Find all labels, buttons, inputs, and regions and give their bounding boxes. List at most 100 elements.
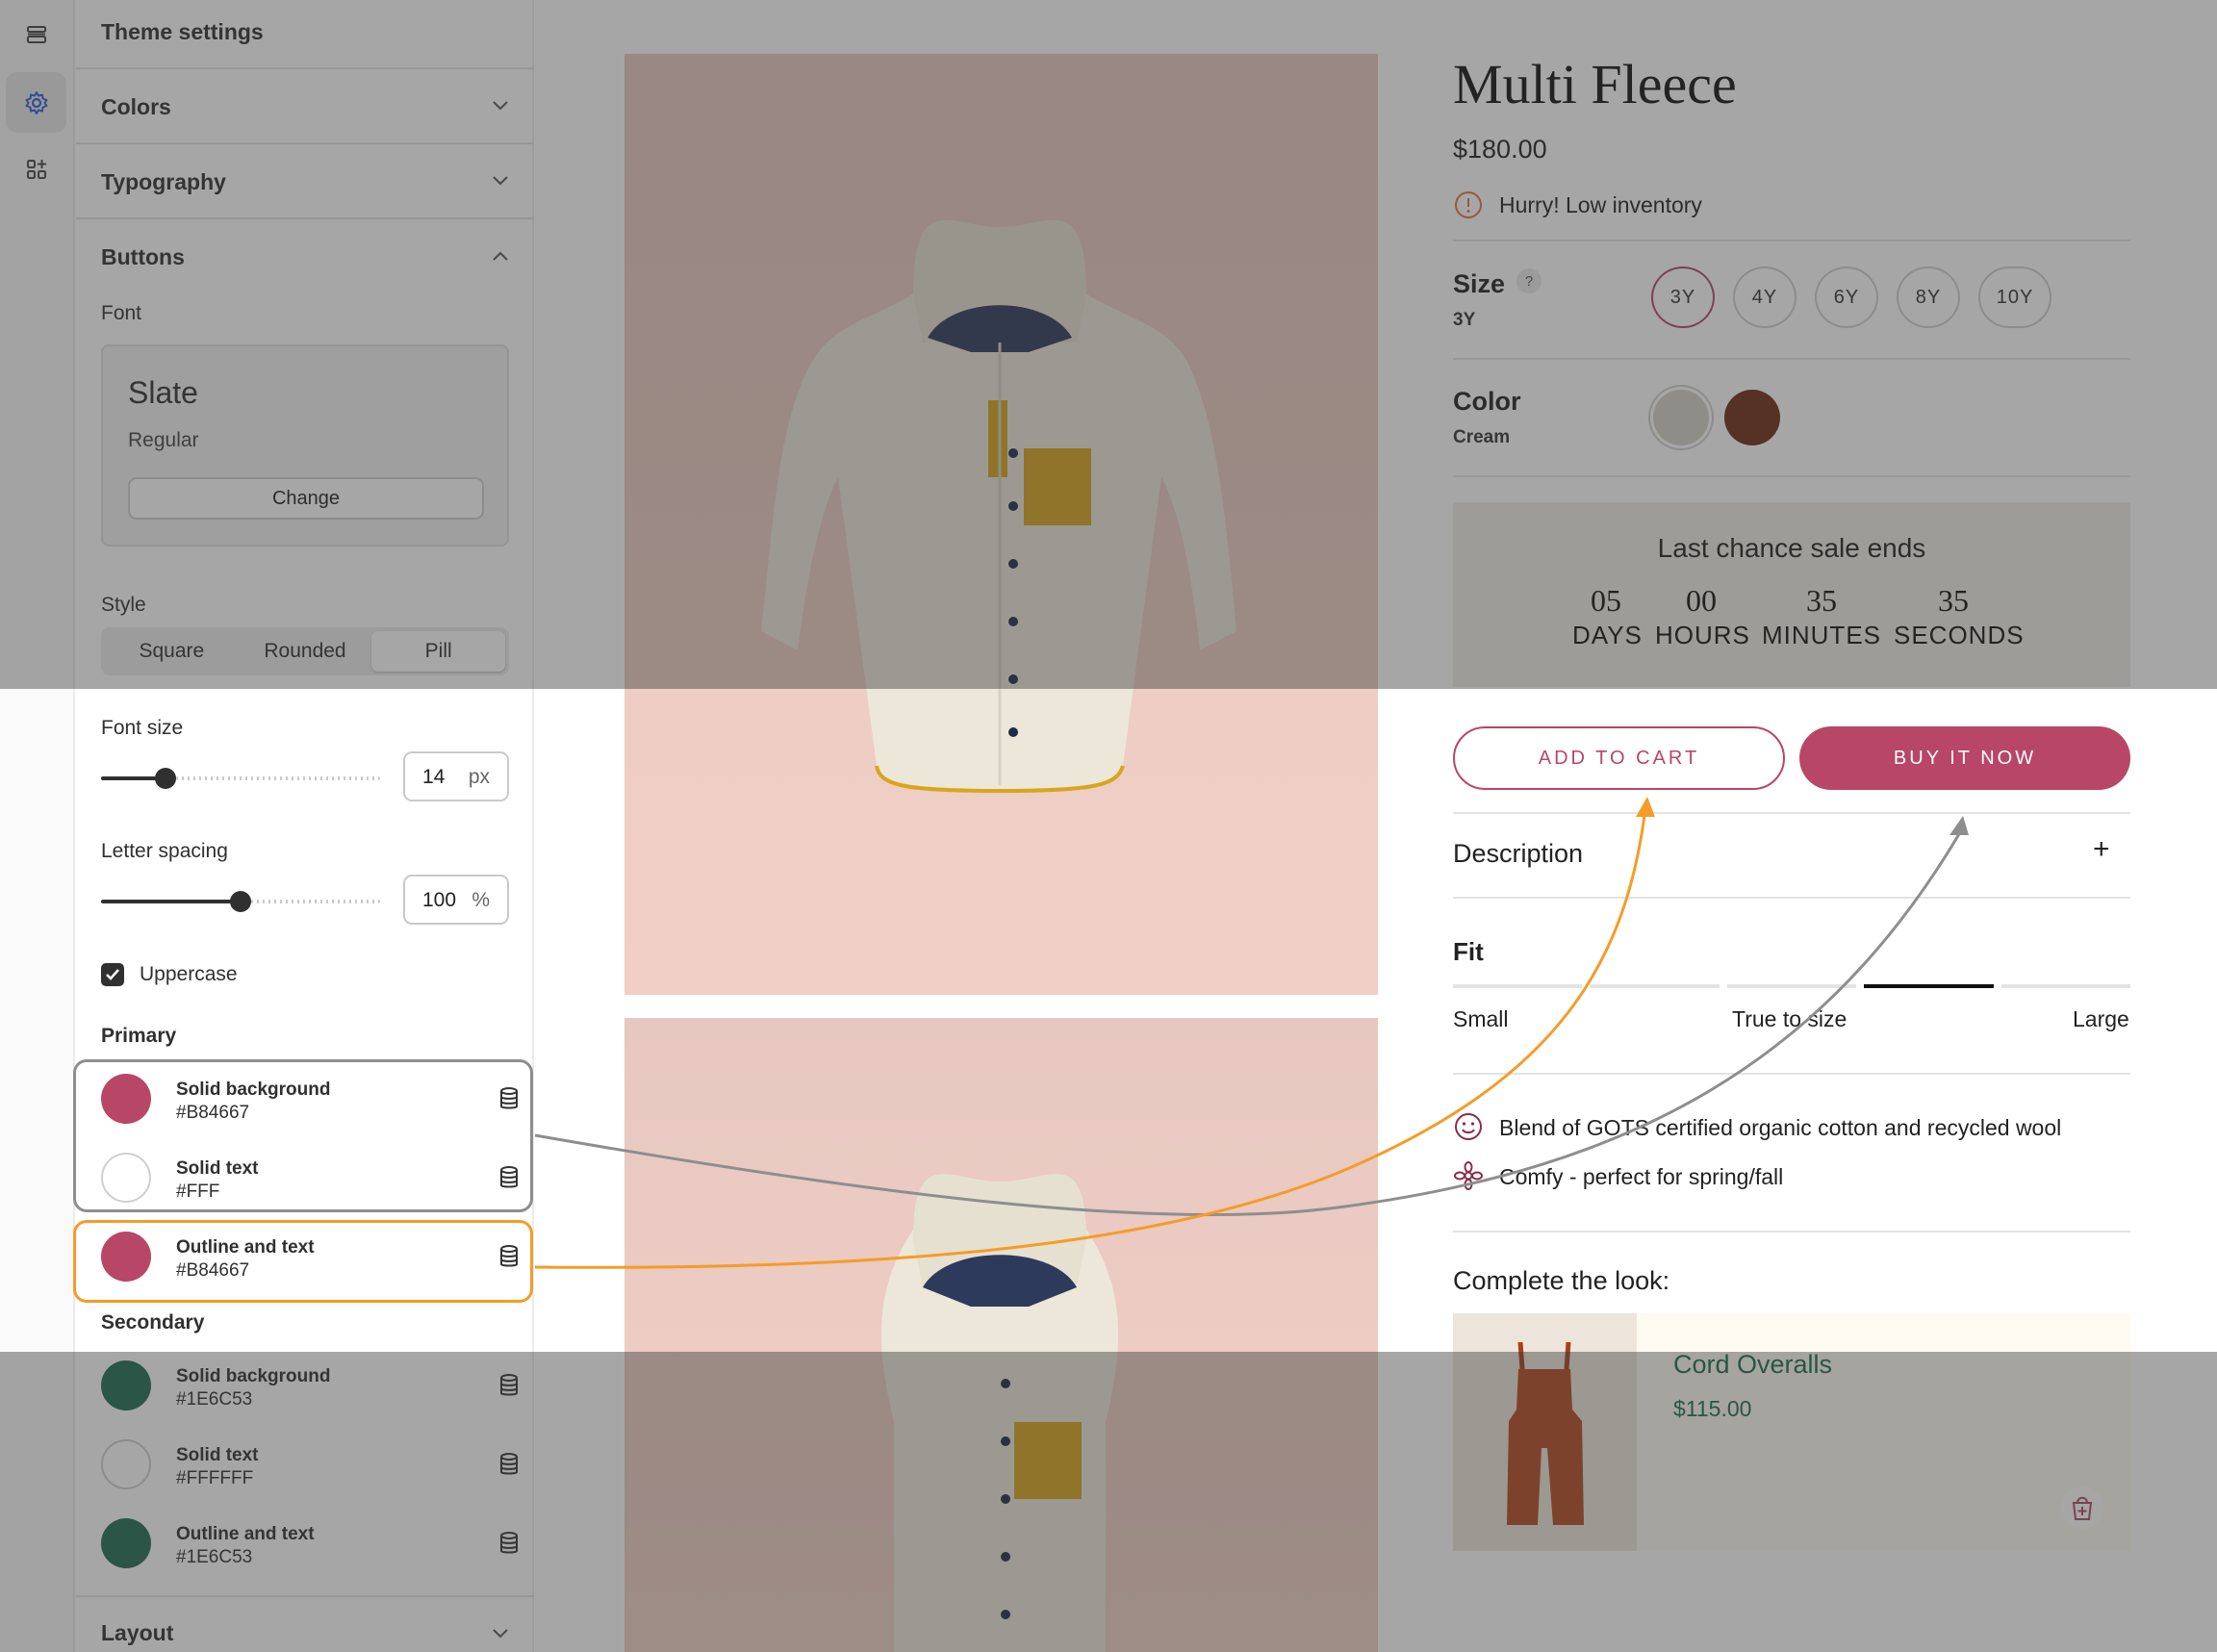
secondary-solid-text[interactable]: Solid text #FFFFFF bbox=[101, 1426, 524, 1505]
countdown-hours: 00 HOURS bbox=[1655, 583, 1750, 649]
gear-icon[interactable] bbox=[6, 72, 66, 133]
checkmark-icon bbox=[106, 969, 119, 980]
add-to-bag-icon[interactable] bbox=[2059, 1485, 2105, 1531]
divider bbox=[1453, 475, 2130, 477]
font-name: Slate bbox=[128, 375, 198, 410]
font-style: Regular bbox=[128, 429, 199, 451]
divider bbox=[1453, 812, 2130, 814]
style-option-square[interactable]: Square bbox=[105, 631, 239, 672]
fit-true-label: True to size bbox=[1732, 1006, 1848, 1031]
size-option-4y[interactable]: 4Y bbox=[1733, 267, 1797, 328]
section-colors[interactable]: Colors bbox=[76, 94, 534, 123]
add-to-cart-button[interactable]: ADD TO CART bbox=[1453, 726, 1785, 790]
primary-outline-highlight bbox=[73, 1220, 533, 1303]
sale-title: Last chance sale ends bbox=[1657, 533, 1926, 563]
slider-handle[interactable] bbox=[155, 768, 176, 789]
color-swatch-brown[interactable] bbox=[1724, 390, 1780, 445]
chevron-down-icon bbox=[493, 101, 508, 111]
fit-label: Fit bbox=[1453, 937, 1484, 966]
complete-the-look-title: Complete the look: bbox=[1453, 1266, 1670, 1295]
primary-label: Primary bbox=[101, 1025, 177, 1047]
fit-small-label: Small bbox=[1453, 1006, 1509, 1031]
section-layout[interactable]: Layout bbox=[76, 1620, 534, 1649]
overalls-image bbox=[1507, 1341, 1584, 1525]
chevron-down-icon bbox=[493, 1629, 508, 1639]
database-icon[interactable] bbox=[499, 1453, 519, 1476]
letter-spacing-input[interactable]: 100 % bbox=[403, 875, 509, 925]
fit-segment bbox=[1864, 984, 1994, 988]
database-icon[interactable] bbox=[499, 1532, 519, 1555]
countdown-days: 05 DAYS bbox=[1572, 583, 1643, 649]
recommendation-name[interactable]: Cord Overalls bbox=[1673, 1350, 1832, 1380]
divider bbox=[76, 142, 534, 144]
fit-segment bbox=[1453, 984, 1583, 988]
size-option-8y[interactable]: 8Y bbox=[1897, 267, 1960, 328]
product-image-main[interactable] bbox=[624, 54, 1378, 995]
sections-icon[interactable] bbox=[6, 4, 66, 64]
divider bbox=[1453, 358, 2130, 360]
countdown-minutes: 35 MINUTES bbox=[1762, 583, 1881, 649]
secondary-solid-background[interactable]: Solid background #1E6C53 bbox=[101, 1347, 524, 1426]
size-help-icon[interactable]: ? bbox=[1516, 268, 1542, 293]
slider-track bbox=[176, 776, 380, 780]
slider-handle[interactable] bbox=[230, 891, 251, 912]
size-selected: 3Y bbox=[1453, 310, 1476, 330]
style-option-pill[interactable]: Pill bbox=[371, 631, 506, 672]
font-size-slider[interactable] bbox=[101, 768, 380, 789]
fleece-jacket-image bbox=[761, 219, 1236, 794]
feature-item: Blend of GOTS certified organic cotton a… bbox=[1453, 1111, 2061, 1146]
font-label: Font bbox=[101, 302, 142, 324]
flower-icon bbox=[1454, 1161, 1483, 1190]
divider bbox=[1453, 1231, 2130, 1233]
recommendation-card[interactable]: Cord Overalls $115.00 bbox=[1453, 1313, 2130, 1551]
color-swatch[interactable] bbox=[101, 1518, 151, 1568]
letter-spacing-slider[interactable] bbox=[101, 891, 380, 912]
divider bbox=[1453, 240, 2130, 241]
change-font-button[interactable]: Change bbox=[128, 477, 484, 520]
letter-spacing-label: Letter spacing bbox=[101, 840, 228, 862]
database-icon[interactable] bbox=[499, 1374, 519, 1397]
fleece-vest-image bbox=[880, 1174, 1119, 1652]
size-option-6y[interactable]: 6Y bbox=[1815, 267, 1878, 328]
product-title: Multi Fleece bbox=[1453, 53, 1737, 115]
product-image-secondary[interactable] bbox=[624, 1018, 1378, 1652]
color-swatch[interactable] bbox=[101, 1439, 151, 1489]
uppercase-label: Uppercase bbox=[140, 963, 238, 985]
color-swatch-cream[interactable] bbox=[1653, 390, 1709, 445]
section-typography[interactable]: Typography bbox=[76, 169, 534, 198]
divider bbox=[76, 1595, 534, 1597]
warning-icon bbox=[1455, 191, 1482, 218]
uppercase-checkbox[interactable] bbox=[101, 963, 124, 986]
slider-fill bbox=[101, 900, 241, 903]
section-buttons[interactable]: Buttons bbox=[76, 244, 534, 273]
feature-item: Comfy - perfect for spring/fall bbox=[1453, 1160, 1783, 1195]
cord-overalls-image[interactable] bbox=[1453, 1313, 1637, 1551]
divider bbox=[76, 217, 534, 219]
fit-segment bbox=[1726, 984, 1857, 988]
apps-icon[interactable] bbox=[6, 139, 66, 199]
slider-track bbox=[251, 900, 380, 903]
smiley-icon bbox=[1455, 1113, 1482, 1140]
fit-large-label: Large bbox=[2073, 1006, 2129, 1031]
size-option-10y[interactable]: 10Y bbox=[1978, 267, 2051, 328]
font-size-label: Font size bbox=[101, 717, 184, 739]
color-label: Color bbox=[1453, 387, 1521, 416]
style-option-rounded[interactable]: Rounded bbox=[239, 631, 372, 672]
secondary-outline-and-text[interactable]: Outline and text #1E6C53 bbox=[101, 1505, 524, 1584]
fit-segment bbox=[2000, 984, 2130, 988]
divider bbox=[1453, 897, 2130, 899]
color-swatch[interactable] bbox=[101, 1360, 151, 1411]
color-selected: Cream bbox=[1453, 427, 1511, 447]
buy-it-now-button[interactable]: BUY IT NOW bbox=[1799, 726, 2130, 790]
settings-panel: Theme settings Colors Typography Buttons… bbox=[76, 0, 534, 1652]
description-toggle[interactable]: Description bbox=[1453, 839, 1583, 869]
style-segmented-control: Square Rounded Pill bbox=[101, 627, 509, 675]
sale-countdown: Last chance sale ends 05 DAYS 00 HOURS 35 M… bbox=[1453, 502, 2130, 687]
expand-icon[interactable]: + bbox=[2093, 833, 2110, 866]
size-option-3y[interactable]: 3Y bbox=[1651, 267, 1715, 328]
inventory-notice: Hurry! Low inventory bbox=[1453, 190, 1702, 222]
product-price: $180.00 bbox=[1453, 135, 1547, 164]
primary-solid-highlight bbox=[73, 1059, 533, 1212]
divider bbox=[76, 67, 534, 69]
font-size-input[interactable]: 14 px bbox=[403, 751, 509, 801]
